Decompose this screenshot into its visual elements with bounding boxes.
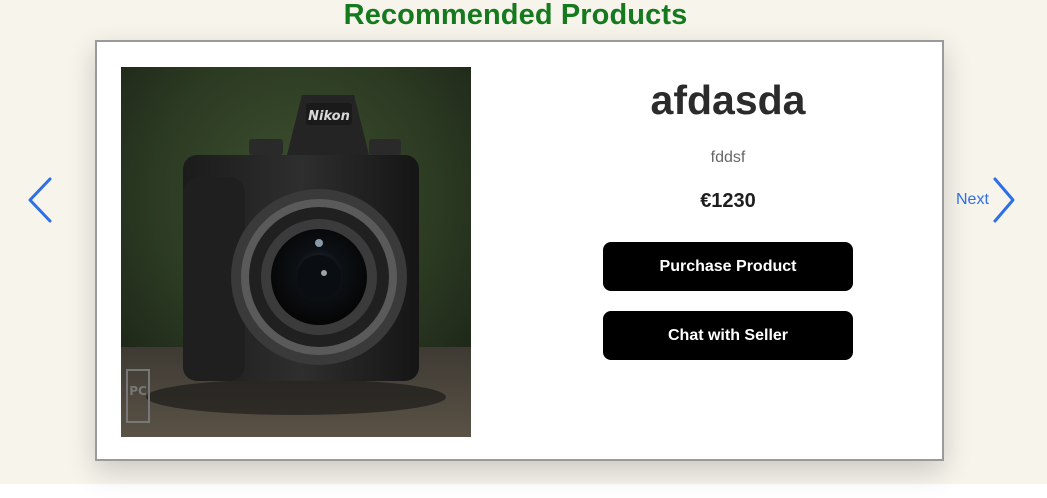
svg-text:PC: PC (129, 384, 147, 398)
product-description: fddsf (710, 149, 746, 166)
section-title: Recommended Products (343, 0, 688, 31)
chevron-left-icon (28, 177, 52, 223)
carousel-next-button[interactable]: Next (956, 174, 1022, 226)
product-price: €1230 (700, 190, 756, 212)
product-card: Nikon PC afdasda fddsf €1230 Purchase Pr… (95, 40, 944, 461)
carousel-prev-button[interactable] (22, 174, 58, 226)
next-label: Next (956, 191, 989, 208)
chat-with-seller-button[interactable]: Chat with Seller (603, 311, 853, 360)
product-name: afdasda (650, 77, 806, 123)
purchase-product-button[interactable]: Purchase Product (603, 242, 853, 291)
chevron-right-icon (993, 177, 1015, 223)
svg-text:Nikon: Nikon (308, 109, 350, 124)
product-image: Nikon PC (121, 67, 471, 437)
